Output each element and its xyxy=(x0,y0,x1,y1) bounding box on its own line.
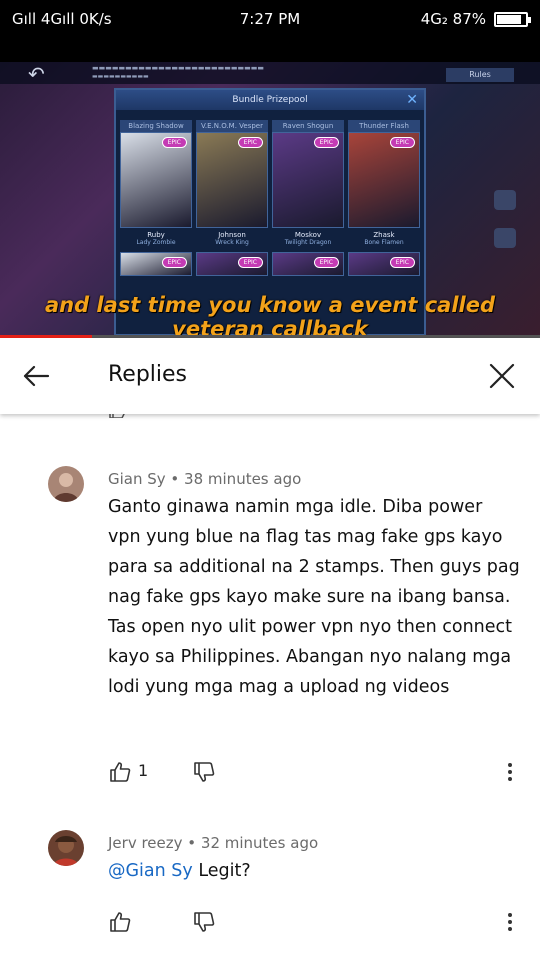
comment-text-body: Legit? xyxy=(198,861,251,881)
more-options-icon[interactable] xyxy=(506,760,514,784)
game-notice-line-1: ▬▬▬▬▬▬▬▬▬▬▬▬▬▬▬▬▬▬▬▬▬▬▬▬▬▬ xyxy=(92,64,264,72)
thumbs-down-icon[interactable] xyxy=(192,910,216,934)
back-arrow-icon[interactable] xyxy=(20,360,52,392)
card-hero-sub: Wreck King xyxy=(215,239,249,246)
hero-card: Raven Shogun EPIC Moskov Twilight Dragon xyxy=(272,120,344,246)
card-hero-name: Zhask xyxy=(373,231,395,239)
signal-text: Gıll 4Gıll 0K/s xyxy=(12,10,112,28)
avatar-photo-icon xyxy=(48,830,84,866)
epic-badge: EPIC xyxy=(313,257,339,268)
game-side-button-2 xyxy=(490,228,520,250)
comment-time: 32 minutes ago xyxy=(200,834,319,852)
card-art: EPIC xyxy=(272,252,344,276)
video-subtitle: and last time you know a event called ve… xyxy=(44,293,496,338)
comment-text: @Gian Sy Legit? xyxy=(108,856,520,886)
previous-comment-actions: ⋮ xyxy=(108,414,528,418)
card-art: EPIC xyxy=(120,252,192,276)
card-skin-label: Raven Shogun xyxy=(272,120,344,132)
game-notice-line-2: ▬▬▬▬▬▬▬▬▬▬ xyxy=(92,73,149,80)
card-art: EPIC xyxy=(348,252,420,276)
card-art: EPIC xyxy=(196,132,268,228)
avatar-photo-icon xyxy=(48,466,84,502)
game-side-button-1 xyxy=(490,190,520,212)
page-title: Replies xyxy=(108,362,188,387)
video-player[interactable]: ↶ ▬▬▬▬▬▬▬▬▬▬▬▬▬▬▬▬▬▬▬▬▬▬▬▬▬▬ ▬▬▬▬▬▬▬▬▬▬ … xyxy=(0,38,540,338)
comment-text: Ganto ginawa namin mga idle. Diba power … xyxy=(108,497,520,697)
thumbs-down-icon[interactable] xyxy=(192,760,216,784)
avatar[interactable] xyxy=(48,830,84,866)
card-art: EPIC xyxy=(348,132,420,228)
avatar[interactable] xyxy=(48,466,84,502)
dialog-title: Bundle Prizepool xyxy=(232,95,308,105)
status-bar: Gıll 4Gıll 0K/s 7:27 PM 4G₂ 87% xyxy=(0,0,540,38)
epic-badge: EPIC xyxy=(389,257,415,268)
more-options-icon[interactable] xyxy=(506,910,514,934)
replies-header: Replies xyxy=(0,338,540,414)
game-back-icon: ↶ xyxy=(28,62,45,86)
replies-list[interactable]: ⋮ Gian Sy • 38 minutes ago Ganto ginawa … xyxy=(0,414,540,960)
thumbs-up-icon[interactable] xyxy=(108,760,132,784)
comment-author[interactable]: Gian Sy xyxy=(108,470,166,488)
card-hero-sub: Twilight Dragon xyxy=(284,239,332,246)
comment-time: 38 minutes ago xyxy=(184,470,302,488)
hero-card: Blazing Shadow EPIC Ruby Lady Zombie xyxy=(120,120,192,246)
close-icon[interactable] xyxy=(486,360,518,392)
card-skin-label: Blazing Shadow xyxy=(120,120,192,132)
card-hero-sub: Bone Flamen xyxy=(364,239,404,246)
epic-badge: EPIC xyxy=(389,137,415,148)
network-battery-text: 4G₂ 87% xyxy=(420,10,486,28)
card-art: EPIC xyxy=(272,132,344,228)
meta-separator: • xyxy=(182,834,201,852)
card-art: EPIC xyxy=(196,252,268,276)
more-options-icon: ⋮ xyxy=(506,414,518,416)
epic-badge: EPIC xyxy=(313,137,339,148)
signal-status: Gıll 4Gıll 0K/s xyxy=(12,10,112,28)
card-skin-label: V.E.N.O.M. Vesper Lowe xyxy=(196,120,268,142)
like-count: 1 xyxy=(138,761,149,780)
battery-icon xyxy=(494,11,531,27)
thumbs-up-icon[interactable] xyxy=(108,910,132,934)
epic-badge: EPIC xyxy=(237,257,263,268)
battery-status: 4G₂ 87% xyxy=(420,10,531,28)
epic-badge: EPIC xyxy=(237,137,263,148)
battery-fill xyxy=(497,14,522,24)
epic-badge: EPIC xyxy=(161,137,187,148)
comment-meta: Jerv reezy • 32 minutes ago xyxy=(108,834,318,852)
card-hero-sub: Lady Zombie xyxy=(136,239,176,246)
dialog-header: Bundle Prizepool ✕ xyxy=(116,90,424,110)
thumbs-up-icon xyxy=(109,414,125,418)
mention-link[interactable]: @Gian Sy xyxy=(108,861,193,881)
card-hero-name: Johnson xyxy=(218,231,246,239)
comment-meta: Gian Sy • 38 minutes ago xyxy=(108,470,301,488)
card-art: EPIC xyxy=(120,132,192,228)
dialog-close-icon: ✕ xyxy=(406,92,418,108)
epic-badge: EPIC xyxy=(161,257,187,268)
comment-author[interactable]: Jerv reezy xyxy=(108,834,183,852)
comment-actions: 1 xyxy=(108,760,528,784)
hero-cards-row-2: EPIC EPIC EPIC EPIC xyxy=(116,246,424,276)
meta-separator: • xyxy=(165,470,185,488)
hero-cards: Blazing Shadow EPIC Ruby Lady Zombie V.E… xyxy=(116,110,424,246)
card-hero-name: Ruby xyxy=(147,231,165,239)
comment-actions xyxy=(108,910,528,934)
game-rules-button: Rules xyxy=(446,68,514,82)
hero-card: Thunder Flash EPIC Zhask Bone Flamen xyxy=(348,120,420,246)
card-skin-label: Thunder Flash xyxy=(348,120,420,132)
hero-card: V.E.N.O.M. Vesper Lowe EPIC Johnson Wrec… xyxy=(196,120,268,246)
card-hero-name: Moskov xyxy=(294,231,322,239)
